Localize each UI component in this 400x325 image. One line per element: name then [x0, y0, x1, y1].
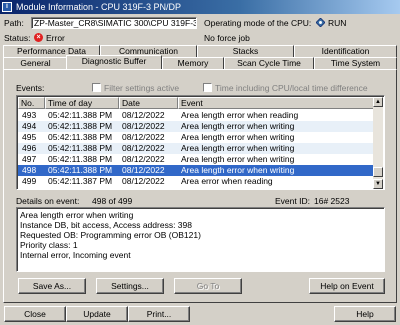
tab-diagnostic-buffer[interactable]: Diagnostic Buffer [66, 55, 162, 69]
column-header-no[interactable]: No. [18, 97, 45, 109]
time-difference-label: Time including CPU/local time difference [215, 83, 368, 93]
detail-line: Instance DB, bit access, Access address:… [20, 220, 192, 230]
operating-mode-value: RUN [328, 18, 347, 28]
row-date: 08/12/2022 [122, 154, 165, 164]
row-event: Area length error when writing [181, 121, 295, 131]
table-row[interactable]: 493 05:42:11.388 PM 08/12/2022 Area leng… [18, 110, 374, 121]
row-no: 493 [22, 110, 37, 120]
row-time: 05:42:11.388 PM [48, 132, 113, 142]
settings-button[interactable]: Settings... [96, 278, 164, 294]
path-field: ZP-Master_CR8\SIMATIC 300\CPU 319F-3 [31, 17, 197, 29]
tab-memory[interactable]: Memory [162, 57, 224, 69]
error-icon: × [34, 33, 43, 42]
event-id-label: Event ID: [275, 196, 310, 206]
scroll-down-icon[interactable]: ▼ [373, 179, 383, 189]
details-label: Details on event: [16, 196, 80, 206]
filter-settings-checkbox[interactable] [92, 83, 101, 92]
row-no: 499 [22, 176, 37, 186]
go-to-button[interactable]: Go To [174, 278, 242, 294]
column-header-date[interactable]: Date [119, 97, 178, 109]
detail-line: Priority class: 1 [20, 240, 78, 250]
run-status-icon [316, 18, 325, 27]
row-date: 08/12/2022 [122, 143, 165, 153]
scroll-up-icon[interactable]: ▲ [373, 97, 383, 107]
row-date: 08/12/2022 [122, 121, 165, 131]
row-no: 495 [22, 132, 37, 142]
row-event: Area length error when writing [181, 143, 295, 153]
save-as-button[interactable]: Save As... [18, 278, 86, 294]
row-event: Area error when reading [181, 176, 273, 186]
column-header-time[interactable]: Time of day [45, 97, 119, 109]
table-row[interactable]: 495 05:42:11.388 PM 08/12/2022 Area leng… [18, 132, 374, 143]
help-on-event-button[interactable]: Help on Event [309, 278, 385, 294]
title-bar[interactable]: i Module Information - CPU 319F-3 PN/DP [0, 0, 400, 14]
filter-settings-label: Filter settings active [104, 83, 180, 93]
events-table[interactable]: No. Time of day Date Event 493 05:42:11.… [16, 95, 385, 190]
tab-time-system[interactable]: Time System [314, 57, 397, 69]
column-header-event[interactable]: Event [178, 97, 375, 109]
table-row[interactable]: 499 05:42:11.387 PM 08/12/2022 Area erro… [18, 176, 374, 187]
status-label: Status: [4, 33, 31, 43]
table-row-selected[interactable]: 498 05:42:11.388 PM 08/12/2022 Area leng… [18, 165, 374, 176]
row-time: 05:42:11.388 PM [48, 154, 113, 164]
print-button[interactable]: Print... [128, 306, 190, 322]
row-time: 05:42:11.388 PM [48, 143, 113, 153]
row-time: 05:42:11.388 PM [48, 110, 113, 120]
row-date: 08/12/2022 [122, 165, 165, 175]
table-row[interactable]: 496 05:42:11.388 PM 08/12/2022 Area leng… [18, 143, 374, 154]
row-date: 08/12/2022 [122, 132, 165, 142]
app-icon: i [2, 2, 12, 12]
table-row[interactable]: 494 05:42:11.388 PM 08/12/2022 Area leng… [18, 121, 374, 132]
row-date: 08/12/2022 [122, 110, 165, 120]
tab-general[interactable]: General [3, 57, 68, 69]
table-row[interactable]: 497 05:42:11.388 PM 08/12/2022 Area leng… [18, 154, 374, 165]
row-no: 498 [22, 165, 37, 175]
window-title: Module Information - CPU 319F-3 PN/DP [16, 2, 182, 12]
operating-mode-label: Operating mode of the CPU: [204, 18, 312, 28]
events-scrollbar[interactable]: ▲ ▼ [373, 97, 383, 189]
status-value: Error [46, 33, 65, 43]
detail-line: Internal error, Incoming event [20, 250, 131, 260]
time-difference-checkbox[interactable] [203, 83, 212, 92]
path-label: Path: [4, 18, 24, 28]
scroll-thumb[interactable] [373, 167, 383, 177]
tab-identification[interactable]: Identification [294, 45, 397, 57]
row-event: Area length error when writing [181, 132, 295, 142]
row-time: 05:42:11.387 PM [48, 176, 113, 186]
force-job-status: No force job [204, 33, 250, 43]
row-no: 494 [22, 121, 37, 131]
row-no: 497 [22, 154, 37, 164]
event-id-value: 16# 2523 [314, 196, 350, 206]
row-time: 05:42:11.388 PM [48, 165, 113, 175]
details-count: 498 of 499 [92, 196, 133, 206]
tab-scan-cycle-time[interactable]: Scan Cycle Time [224, 57, 314, 69]
update-button[interactable]: Update [66, 306, 128, 322]
events-label: Events: [16, 83, 45, 93]
event-details-text[interactable]: Area length error when writing Instance … [16, 207, 385, 272]
close-button[interactable]: Close [4, 306, 66, 322]
help-button[interactable]: Help [334, 306, 396, 322]
row-time: 05:42:11.388 PM [48, 121, 113, 131]
row-event: Area length error when reading [181, 110, 299, 120]
row-date: 08/12/2022 [122, 176, 165, 186]
detail-line: Requested OB: Programming error OB (OB12… [20, 230, 201, 240]
row-no: 496 [22, 143, 37, 153]
row-event: Area length error when writing [181, 165, 295, 175]
row-event: Area length error when writing [181, 154, 295, 164]
detail-line: Area length error when writing [20, 210, 134, 220]
tab-stacks[interactable]: Stacks [197, 45, 294, 57]
module-information-window: i Module Information - CPU 319F-3 PN/DP … [0, 0, 400, 325]
